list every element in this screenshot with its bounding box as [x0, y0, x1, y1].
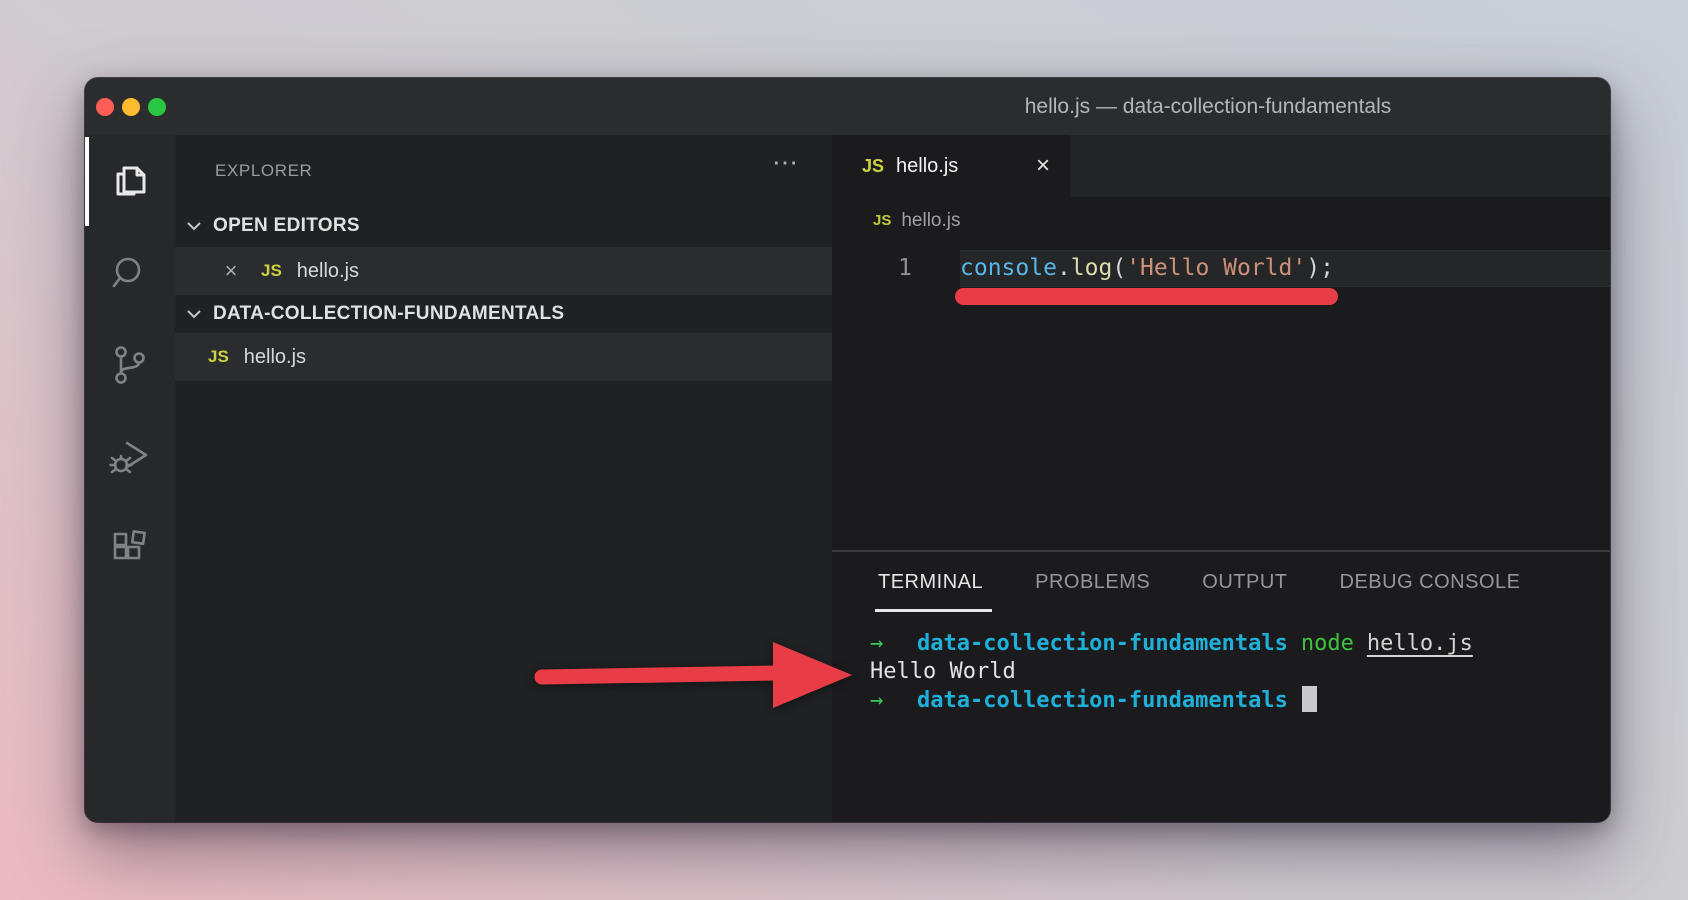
section-folder-root[interactable]: DATA-COLLECTION-FUNDAMENTALS [175, 295, 832, 333]
activity-item-search[interactable] [85, 227, 175, 319]
tab-strip: JS hello.js × [832, 135, 1610, 197]
code-line-content[interactable]: console.log('Hello World'); [960, 250, 1610, 287]
tab-hello-js[interactable]: JS hello.js × [832, 135, 1070, 197]
more-actions-icon[interactable]: ⋯ [772, 147, 800, 178]
breadcrumb: JS hello.js [832, 197, 1610, 244]
activity-item-extensions[interactable] [85, 503, 175, 595]
panel-tab-problems[interactable]: PROBLEMS [1035, 552, 1150, 612]
editor-group: JS hello.js × JS hello.js 1 console.log(… [832, 135, 1610, 822]
close-editor-icon[interactable]: × [221, 258, 241, 284]
active-view-indicator [85, 137, 89, 226]
open-editor-row-hello-js[interactable]: × JS hello.js [175, 247, 832, 295]
bottom-panel: TERMINAL PROBLEMS OUTPUT DEBUG CONSOLE →… [832, 550, 1610, 822]
terminal-line-prompt: →data-collection-fundamentals [870, 686, 1610, 714]
code-token: 'Hello World' [1126, 255, 1306, 281]
js-file-icon: JS [208, 347, 229, 367]
source-control-icon [107, 342, 153, 388]
code-token: log [1071, 255, 1113, 281]
section-label: DATA-COLLECTION-FUNDAMENTALS [213, 303, 564, 325]
code-token: ); [1306, 255, 1334, 281]
activity-item-explorer[interactable] [85, 135, 175, 227]
breadcrumb-item-file[interactable]: hello.js [901, 210, 960, 232]
section-label: OPEN EDITORS [213, 215, 360, 237]
titlebar: hello.js — data-collection-fundamentals [85, 78, 1610, 135]
js-file-icon: JS [261, 261, 282, 281]
terminal-cursor [1302, 686, 1317, 712]
prompt-directory: data-collection-fundamentals [917, 631, 1288, 656]
file-name: hello.js [297, 260, 359, 283]
terminal-line-command: →data-collection-fundamentals node hello.j… [870, 630, 1610, 658]
tree-item-hello-js[interactable]: JS hello.js [175, 333, 832, 381]
sidebar-title: EXPLORER [215, 161, 312, 181]
files-icon [107, 158, 153, 204]
code-token: console [960, 255, 1057, 281]
close-window-button[interactable] [96, 98, 114, 116]
code-token: . [1057, 255, 1071, 281]
terminal-line-output: Hello World [870, 658, 1610, 686]
prompt-arrow: → [870, 630, 917, 658]
code-line-1: 1 console.log('Hello World'); [832, 250, 1610, 287]
panel-tab-bar: TERMINAL PROBLEMS OUTPUT DEBUG CONSOLE [832, 552, 1610, 612]
prompt-arrow: → [870, 687, 917, 715]
panel-tab-terminal[interactable]: TERMINAL [878, 552, 983, 612]
window-title: hello.js — data-collection-fundamentals [1025, 78, 1392, 135]
tab-label: hello.js [896, 155, 958, 178]
activity-item-run-debug[interactable] [85, 411, 175, 503]
code-editor[interactable]: 1 console.log('Hello World'); [832, 244, 1610, 550]
line-number: 1 [832, 250, 960, 287]
annotation-arrow-red [520, 630, 865, 725]
activity-item-source-control[interactable] [85, 319, 175, 411]
terminal-content[interactable]: →data-collection-fundamentalsnodehello.j… [832, 612, 1610, 714]
js-file-icon: JS [862, 156, 884, 177]
code-token: ( [1112, 255, 1126, 281]
close-tab-icon[interactable]: × [1036, 154, 1050, 178]
panel-tab-debug-console[interactable]: DEBUG CONSOLE [1340, 552, 1521, 612]
panel-tab-output[interactable]: OUTPUT [1202, 552, 1287, 612]
chevron-down-icon [185, 218, 203, 234]
terminal-command: node [1301, 631, 1354, 656]
activity-bar [85, 135, 175, 822]
search-icon [107, 250, 153, 296]
chevron-down-icon [185, 306, 203, 322]
prompt-directory: data-collection-fundamentals [917, 688, 1288, 713]
section-open-editors[interactable]: OPEN EDITORS [175, 205, 832, 247]
terminal-command-arg: hello.js [1367, 631, 1473, 656]
run-and-debug-icon [107, 434, 153, 480]
extensions-icon [107, 526, 153, 572]
js-file-icon: JS [873, 212, 891, 229]
minimize-window-button[interactable] [122, 98, 140, 116]
zoom-window-button[interactable] [148, 98, 166, 116]
file-name: hello.js [244, 346, 306, 369]
annotation-underline-red [955, 288, 1338, 305]
